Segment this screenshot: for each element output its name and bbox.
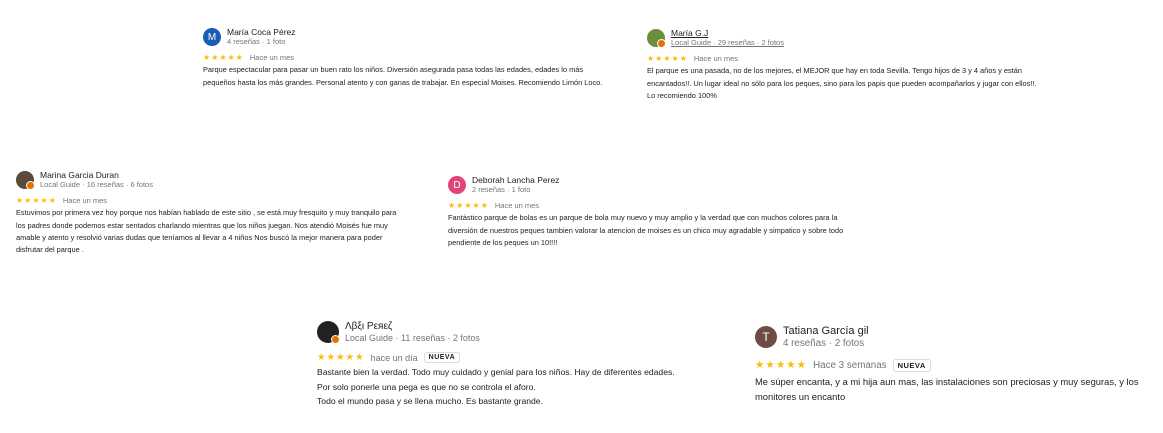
reviewer-meta: Local Guide · 11 reseñas · 2 fotos <box>345 332 480 343</box>
reviewer-avatar[interactable]: D <box>448 176 466 195</box>
local-guide-badge-icon <box>657 39 666 49</box>
reviewer-avatar[interactable] <box>16 171 35 191</box>
review-card: Λβξι Ρεяεζ Local Guide · 11 reseñas · 2 … <box>317 321 737 409</box>
review-text: El parque es una pasada, no de los mejor… <box>647 66 1037 100</box>
reviewer-avatar[interactable] <box>647 29 666 49</box>
review-time: hace un día <box>370 352 418 363</box>
review-text-line: Bastante bien la verdad. Todo muy cuidad… <box>317 367 675 377</box>
reviewer-name[interactable]: Λβξι Ρεяεζ <box>345 321 480 333</box>
review-text: Fantástico parque de bolas es un parque … <box>448 213 844 247</box>
star-rating: ★★★★★ <box>647 54 688 64</box>
star-rating: ★★★★★ <box>203 53 244 63</box>
reviewer-meta: 4 reseñas · 1 foto <box>227 36 286 46</box>
review-text-line: Por solo ponerle una pega es que no se c… <box>317 381 536 392</box>
reviewer-avatar[interactable]: T <box>755 325 777 348</box>
review-text: Bastante bien la verdad. Todo muy cuidad… <box>317 365 737 409</box>
review-time: Hace un mes <box>693 54 739 64</box>
review-time: Hace 3 semanas <box>813 359 887 371</box>
review-time: Hace un mes <box>62 196 108 206</box>
star-rating: ★★★★★ <box>16 196 57 206</box>
review-time: Hace un mes <box>249 53 295 63</box>
star-rating: ★★★★★ <box>448 201 489 211</box>
star-rating: ★★★★★ <box>755 359 808 372</box>
star-rating: ★★★★★ <box>317 352 365 363</box>
reviewer-meta: Local Guide · 16 reseñas · 6 fotos <box>40 179 153 189</box>
review-text-line: Todo el mundo pasa y se llena mucho. Es … <box>317 396 543 406</box>
reviewer-name[interactable]: Tatiana García gil <box>783 325 869 338</box>
new-badge: NUEVA <box>423 352 461 363</box>
review-card: María G.J Local Guide · 29 reseñas · 2 f… <box>647 28 1042 102</box>
reviewer-avatar[interactable] <box>317 321 340 344</box>
review-card: Marina Garcia Duran Local Guide · 16 res… <box>16 170 400 256</box>
review-text: Estuvimos por primera vez hoy porque nos… <box>16 208 397 254</box>
review-time: Hace un mes <box>494 201 540 211</box>
review-text: Parque espectacular para pasar un buen r… <box>203 65 603 87</box>
review-card: M María Coca Pérez 4 reseñas · 1 foto ★★… <box>203 27 615 89</box>
review-card: T Tatiana García gil 4 reseñas · 2 fotos… <box>755 325 1140 404</box>
review-card: D Deborah Lancha Perez 2 reseñas · 1 fot… <box>448 175 853 249</box>
reviewer-avatar[interactable]: M <box>203 28 221 47</box>
reviewer-meta: 2 reseñas · 1 foto <box>472 184 531 194</box>
reviewer-meta[interactable]: Local Guide · 29 reseñas · 2 fotos <box>671 38 784 48</box>
review-text: Me súper encanta, y a mi hija aun mas, l… <box>755 375 1139 402</box>
local-guide-badge-icon <box>331 335 340 344</box>
new-badge: NUEVA <box>892 358 931 372</box>
local-guide-badge-icon <box>26 181 35 191</box>
reviewer-meta: 4 reseñas · 2 fotos <box>783 337 865 349</box>
